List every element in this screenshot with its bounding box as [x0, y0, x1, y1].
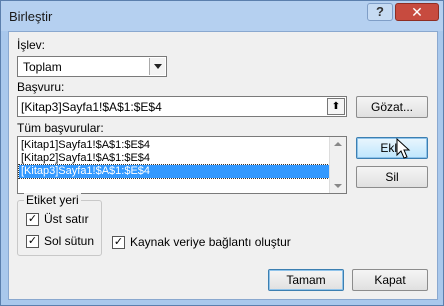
close-button[interactable]: Kapat — [352, 269, 428, 291]
scroll-down-icon[interactable] — [334, 184, 342, 188]
all-references-list[interactable]: [Kitap1]Sayfa1!$A$1:$E$4 [Kitap2]Sayfa1!… — [17, 136, 347, 194]
list-item[interactable]: [Kitap2]Sayfa1!$A$1:$E$4 — [19, 152, 331, 165]
reference-label: Başvuru: — [17, 80, 65, 94]
list-item[interactable]: [Kitap1]Sayfa1!$A$1:$E$4 — [19, 139, 331, 152]
label-location-title: Etiket yeri — [24, 193, 81, 207]
function-label: İşlev: — [17, 38, 46, 52]
dialog-body: İşlev: Toplam Başvuru: [Kitap3]Sayfa1!$A… — [8, 31, 438, 300]
top-row-checkbox[interactable]: ✓ — [26, 213, 39, 226]
vertical-scrollbar[interactable] — [329, 137, 346, 193]
function-selected-value: Toplam — [23, 60, 62, 74]
consolidate-dialog: Birleştir ? ✕ İşlev: Toplam Başvuru: [Ki… — [0, 0, 444, 306]
close-window-button[interactable]: ✕ — [395, 3, 439, 21]
create-links-checkbox[interactable]: ✓ — [112, 236, 125, 249]
mouse-pointer-icon — [396, 138, 411, 159]
dialog-title: Birleştir — [9, 9, 53, 24]
reference-input[interactable]: [Kitap3]Sayfa1!$A$1:$E$4 ⬆ — [17, 96, 347, 117]
ok-button[interactable]: Tamam — [268, 269, 344, 291]
collapse-dialog-icon[interactable]: ⬆ — [327, 98, 345, 115]
title-bar: Birleştir ? ✕ — [1, 1, 443, 31]
delete-button[interactable]: Sil — [356, 166, 428, 188]
left-column-checkbox[interactable]: ✓ — [26, 235, 39, 248]
help-button[interactable]: ? — [367, 3, 393, 21]
list-item-selected[interactable]: [Kitap3]Sayfa1!$A$1:$E$4 — [18, 164, 332, 179]
all-references-label: Tüm başvurular: — [17, 121, 104, 135]
scroll-up-icon[interactable] — [334, 142, 342, 146]
function-combobox[interactable]: Toplam — [17, 56, 167, 77]
left-column-label: Sol sütun — [44, 234, 95, 248]
top-row-label: Üst satır — [44, 212, 89, 226]
browse-button[interactable]: Gözat... — [356, 96, 428, 118]
dropdown-arrow-icon[interactable] — [149, 58, 165, 75]
create-links-label: Kaynak veriye bağlantı oluştur — [130, 235, 291, 249]
label-location-group: Etiket yeri ✓ Üst satır ✓ Sol sütun — [17, 193, 102, 256]
add-button[interactable]: Ekle — [356, 137, 428, 159]
reference-input-value: [Kitap3]Sayfa1!$A$1:$E$4 — [21, 100, 162, 114]
